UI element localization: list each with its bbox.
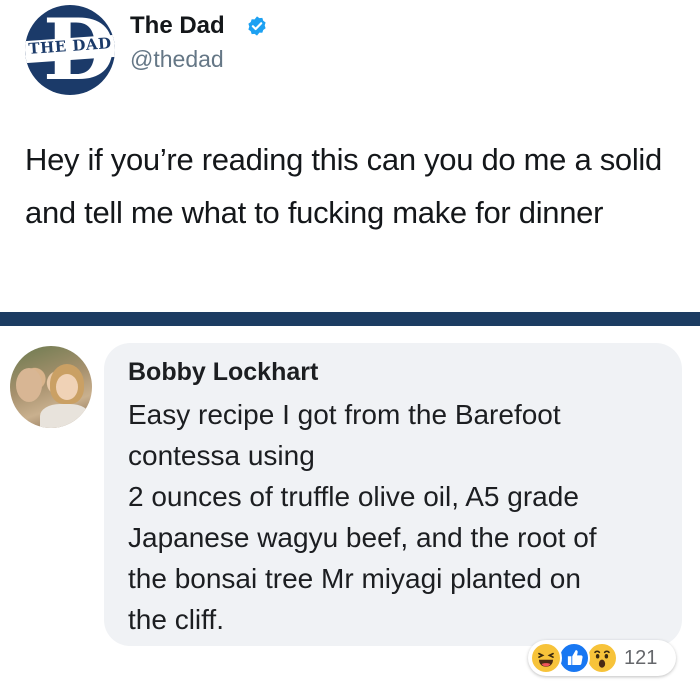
comment-line: the bonsai tree Mr miyagi planted on <box>128 563 581 594</box>
avatar-photo-detail <box>56 374 78 400</box>
reaction-summary[interactable]: 121 <box>528 640 676 676</box>
comment-author-name[interactable]: Bobby Lockhart <box>128 358 318 387</box>
comment-line: contessa using <box>128 440 315 471</box>
comment-bubble: Bobby Lockhart Easy recipe I got from th… <box>104 343 682 646</box>
commenter-avatar[interactable] <box>10 346 92 428</box>
tweet-handle[interactable]: @thedad <box>130 46 224 73</box>
avatar-photo-detail <box>16 368 42 402</box>
tweet-card: D THE DAD The Dad @thedad Hey if you’re … <box>0 0 700 312</box>
avatar-photo-detail <box>40 404 90 428</box>
wow-icon <box>586 642 618 674</box>
reaction-count: 121 <box>624 647 658 669</box>
facebook-comment: Bobby Lockhart Easy recipe I got from th… <box>0 326 700 688</box>
comment-line: Easy recipe I got from the Barefoot <box>128 399 561 430</box>
comment-line: the cliff. <box>128 604 224 635</box>
like-icon <box>558 642 590 674</box>
tweet-display-name[interactable]: The Dad <box>130 12 225 40</box>
comment-text: Easy recipe I got from the Barefoot cont… <box>128 394 668 640</box>
tweet-text: Hey if you’re reading this can you do me… <box>25 142 662 230</box>
verified-badge-icon <box>248 16 266 36</box>
haha-icon <box>530 642 562 674</box>
section-divider <box>0 312 700 326</box>
comment-line: Japanese wagyu beef, and the root of <box>128 522 597 553</box>
comment-line: 2 ounces of truffle olive oil, A5 grade <box>128 481 579 512</box>
the-dad-logo-avatar[interactable]: D THE DAD <box>25 5 115 95</box>
